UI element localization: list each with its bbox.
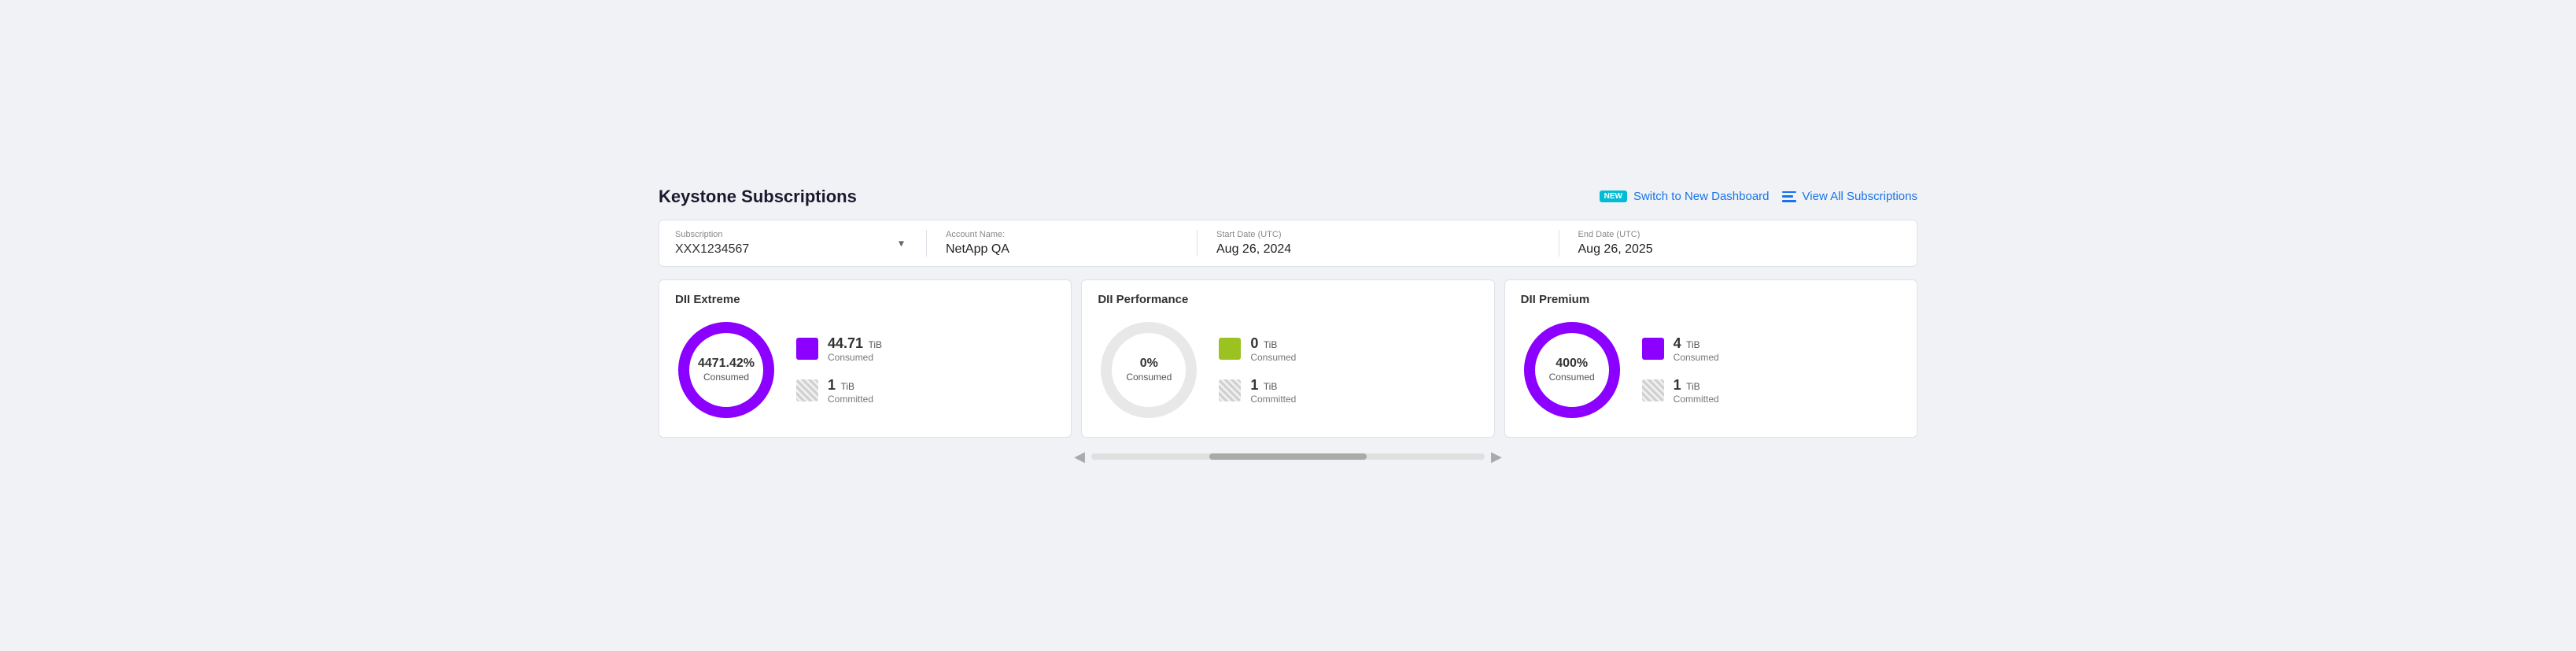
donut-pct-0: 4471.42% [698, 355, 755, 372]
card-title-1: DII Performance [1098, 293, 1478, 306]
subscription-select[interactable]: XXX1234567 [675, 242, 907, 256]
committed-swatch-1 [1219, 379, 1241, 401]
header-actions: New Switch to New Dashboard View All Sub… [1600, 190, 1917, 203]
new-dashboard-button[interactable]: New Switch to New Dashboard [1600, 190, 1770, 203]
service-card-1: DII Performance 0% Consumed [1081, 279, 1494, 438]
service-card-0: DII Extreme 4471.42% Consumed [659, 279, 1072, 438]
committed-unit-2: TiB [1686, 381, 1700, 392]
consumed-swatch-1 [1219, 338, 1241, 360]
card-body-0: 4471.42% Consumed 44.71 TiB Consumed [675, 319, 1055, 421]
consumed-text-1: 0 TiB Consumed [1250, 335, 1296, 363]
donut-label-1: Consumed [1126, 372, 1172, 384]
start-date-value: Aug 26, 2024 [1216, 242, 1540, 257]
consumed-value-0: 44.71 [828, 335, 863, 351]
consumed-value-2: 4 [1674, 335, 1681, 351]
consumed-item-2: 4 TiB Consumed [1642, 335, 1719, 363]
consumed-value-1: 0 [1250, 335, 1258, 351]
committed-item-1: 1 TiB Committed [1219, 377, 1296, 405]
cards-row: DII Extreme 4471.42% Consumed [659, 279, 1917, 438]
donut-pct-2: 400% [1549, 355, 1595, 372]
donut-2: 400% Consumed [1521, 319, 1623, 421]
subscription-label: Subscription [675, 230, 907, 239]
consumed-unit-2: TiB [1686, 339, 1700, 350]
account-value: NetApp QA [946, 242, 1178, 257]
consumed-item-0: 44.71 TiB Consumed [796, 335, 882, 363]
committed-desc-1: Committed [1250, 394, 1296, 405]
committed-desc-2: Committed [1674, 394, 1719, 405]
card-title-0: DII Extreme [675, 293, 1055, 306]
committed-text-2: 1 TiB Committed [1674, 377, 1719, 405]
donut-label-2: Consumed [1549, 372, 1595, 384]
committed-value-row-2: 1 TiB [1674, 377, 1719, 394]
header-row: Keystone Subscriptions New Switch to New… [659, 187, 1917, 207]
consumed-unit-0: TiB [869, 339, 883, 350]
consumed-text-0: 44.71 TiB Consumed [828, 335, 882, 363]
committed-unit-1: TiB [1264, 381, 1278, 392]
committed-item-2: 1 TiB Committed [1642, 377, 1719, 405]
service-card-2: DII Premium 400% Consumed [1504, 279, 1917, 438]
consumed-swatch-0 [796, 338, 818, 360]
consumed-desc-0: Consumed [828, 352, 882, 363]
committed-value-1: 1 [1250, 377, 1258, 393]
committed-swatch-0 [796, 379, 818, 401]
committed-text-0: 1 TiB Committed [828, 377, 873, 405]
consumed-value-row-2: 4 TiB [1674, 335, 1719, 352]
donut-center-0: 4471.42% Consumed [698, 355, 755, 383]
card-body-2: 400% Consumed 4 TiB Consumed [1521, 319, 1901, 421]
consumed-desc-2: Consumed [1674, 352, 1719, 363]
consumed-value-row-0: 44.71 TiB [828, 335, 882, 352]
committed-item-0: 1 TiB Committed [796, 377, 882, 405]
start-date-field: Start Date (UTC) Aug 26, 2024 [1216, 230, 1559, 257]
view-all-button[interactable]: View All Subscriptions [1782, 190, 1917, 203]
donut-center-2: 400% Consumed [1549, 355, 1595, 383]
committed-value-2: 1 [1674, 377, 1681, 393]
donut-center-1: 0% Consumed [1126, 355, 1172, 383]
committed-value-0: 1 [828, 377, 836, 393]
account-field: Account Name: NetApp QA [946, 230, 1198, 257]
committed-desc-0: Committed [828, 394, 873, 405]
donut-1: 0% Consumed [1098, 319, 1200, 421]
donut-label-0: Consumed [698, 372, 755, 384]
subscription-field: Subscription XXX1234567 ▾ [675, 230, 927, 257]
card-body-1: 0% Consumed 0 TiB Consumed [1098, 319, 1478, 421]
consumed-text-2: 4 TiB Consumed [1674, 335, 1719, 363]
legend-2: 4 TiB Consumed 1 TiB [1642, 335, 1719, 405]
new-badge: New [1600, 190, 1627, 202]
end-date-label: End Date (UTC) [1578, 230, 1902, 239]
legend-0: 44.71 TiB Consumed 1 TiB [796, 335, 882, 405]
committed-text-1: 1 TiB Committed [1250, 377, 1296, 405]
start-date-label: Start Date (UTC) [1216, 230, 1540, 239]
consumed-desc-1: Consumed [1250, 352, 1296, 363]
scrollbar-track[interactable] [1091, 453, 1485, 460]
list-icon [1782, 191, 1796, 202]
end-date-value: Aug 26, 2025 [1578, 242, 1902, 257]
page-title: Keystone Subscriptions [659, 187, 857, 207]
end-date-field: End Date (UTC) Aug 26, 2025 [1578, 230, 1902, 257]
committed-value-row-0: 1 TiB [828, 377, 873, 394]
scrollbar-thumb [1209, 453, 1367, 460]
committed-unit-0: TiB [840, 381, 854, 392]
subscription-info-bar: Subscription XXX1234567 ▾ Account Name: … [659, 220, 1917, 267]
new-dashboard-label: Switch to New Dashboard [1633, 190, 1770, 203]
card-title-2: DII Premium [1521, 293, 1901, 306]
consumed-value-row-1: 0 TiB [1250, 335, 1296, 352]
donut-0: 4471.42% Consumed [675, 319, 777, 421]
account-label: Account Name: [946, 230, 1178, 239]
consumed-swatch-2 [1642, 338, 1664, 360]
committed-value-row-1: 1 TiB [1250, 377, 1296, 394]
scrollbar-row: ◀ ▶ [659, 449, 1917, 465]
page-wrapper: Keystone Subscriptions New Switch to New… [659, 187, 1917, 465]
committed-swatch-2 [1642, 379, 1664, 401]
consumed-unit-1: TiB [1264, 339, 1278, 350]
scroll-left-arrow[interactable]: ◀ [1074, 449, 1085, 465]
scroll-right-arrow[interactable]: ▶ [1491, 449, 1502, 465]
consumed-item-1: 0 TiB Consumed [1219, 335, 1296, 363]
donut-pct-1: 0% [1126, 355, 1172, 372]
view-all-label: View All Subscriptions [1803, 190, 1917, 203]
legend-1: 0 TiB Consumed 1 TiB [1219, 335, 1296, 405]
